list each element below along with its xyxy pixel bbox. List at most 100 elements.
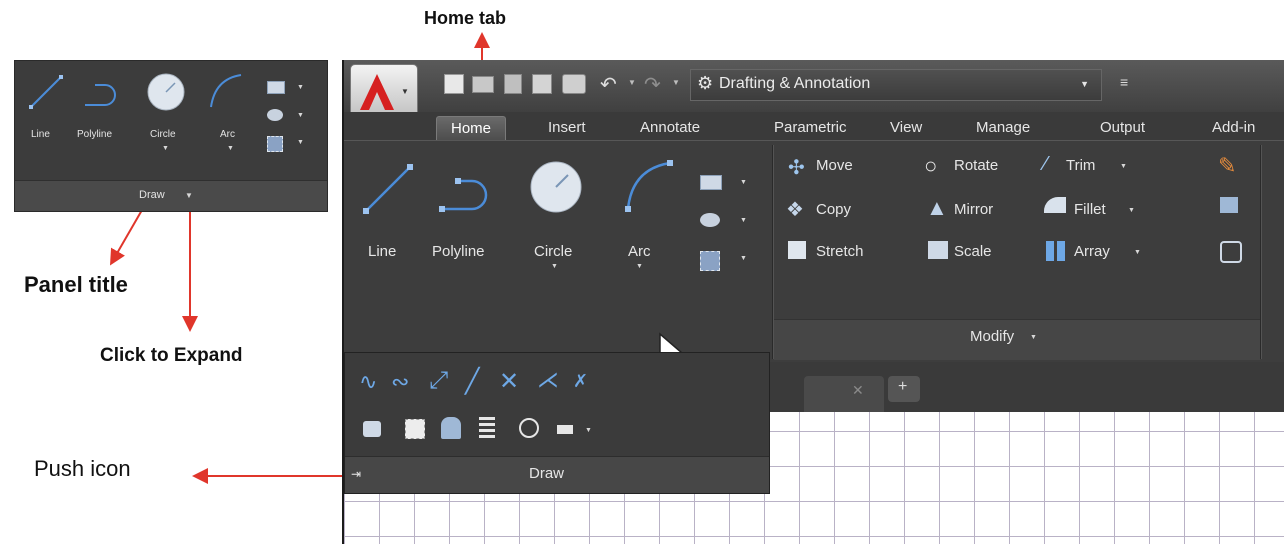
explode-icon[interactable] [1220, 197, 1238, 213]
plot-icon[interactable] [562, 74, 586, 94]
arc-label: Arc [628, 243, 651, 260]
ribbon-home-panels: ▼ ▼ ▼ Line Polyline Circle Arc ▼ ▼ ✣ Mov… [344, 140, 1284, 363]
document-tab[interactable]: ✕ [804, 376, 884, 412]
scale-button[interactable]: Scale [954, 243, 992, 260]
new-file-icon[interactable] [444, 74, 464, 94]
tab-home[interactable]: Home [436, 116, 507, 141]
redo-icon[interactable]: ↷ [644, 72, 661, 97]
line-icon[interactable] [360, 161, 416, 217]
polyline-icon[interactable] [436, 169, 500, 217]
fillet-dropdown[interactable]: ▼ [1128, 207, 1135, 214]
rotate-icon: ○ [924, 153, 938, 178]
hatch-dropdown[interactable]: ▼ [740, 217, 747, 224]
tab-view[interactable]: View [890, 116, 922, 140]
spline-cv-icon[interactable]: ∾ [391, 369, 409, 395]
mirror-button[interactable]: Mirror [954, 201, 993, 218]
more-tools-dropdown[interactable]: ▼ [585, 427, 592, 434]
table-icon[interactable] [479, 417, 495, 439]
arc-dropdown[interactable]: ▼ [636, 263, 643, 270]
tab-parametric[interactable]: Parametric [774, 116, 847, 140]
rotate-button[interactable]: Rotate [954, 157, 998, 174]
close-tab-icon[interactable]: ✕ [852, 382, 864, 399]
tab-output[interactable]: Output [1100, 116, 1145, 140]
donut-icon[interactable] [519, 418, 539, 438]
multiple-points-icon[interactable]: ✕ [499, 367, 519, 396]
stretch-button[interactable]: Stretch [816, 243, 864, 260]
circle-dropdown[interactable]: ▼ [551, 263, 558, 270]
trim-dropdown[interactable]: ▼ [1120, 163, 1127, 170]
undo-dropdown-icon[interactable]: ▼ [628, 78, 636, 87]
tab-manage[interactable]: Manage [976, 116, 1030, 140]
panel-title-arrow [110, 209, 143, 266]
array-dropdown[interactable]: ▼ [1134, 249, 1141, 256]
move-button[interactable]: Move [816, 157, 853, 174]
save-as-icon[interactable] [532, 74, 552, 94]
workspace-selector[interactable]: ⚙ Drafting & Annotation ▼ [690, 69, 1102, 101]
array-icon [1046, 241, 1066, 261]
mini-boundary-icon[interactable] [267, 136, 283, 152]
mini-hatch-dropdown[interactable]: ▼ [297, 112, 304, 119]
mini-boundary-dropdown[interactable]: ▼ [297, 139, 304, 146]
measure-icon[interactable]: ✗ [573, 371, 588, 392]
rectangle-dropdown[interactable]: ▼ [740, 179, 747, 186]
mini-circle-icon[interactable] [145, 71, 187, 113]
mini-polyline-icon[interactable] [81, 75, 125, 111]
erase-icon[interactable]: ✎ [1218, 153, 1236, 179]
copy-icon: ❖ [786, 199, 804, 221]
mini-rect-dropdown[interactable]: ▼ [297, 84, 304, 91]
region-icon[interactable] [363, 421, 381, 437]
wipeout-icon[interactable] [405, 419, 425, 439]
redo-dropdown-icon[interactable]: ▼ [672, 78, 680, 87]
ribbon-separator-right [1260, 145, 1262, 359]
mini-polyline-label: Polyline [77, 129, 113, 140]
mini-arc-dropdown[interactable]: ▼ [227, 145, 234, 152]
expanded-panel-footer: ⇥ Draw [345, 456, 769, 493]
offset-icon[interactable] [1220, 241, 1242, 263]
modify-panel-title-bar[interactable]: Modify ▼ [774, 319, 1260, 360]
customize-toolbar-icon[interactable]: ≡ [1120, 74, 1128, 90]
quick-access-toolbar: ↶ ▼ ↷ ▼ ⚙ Drafting & Annotation ▼ ≡ [344, 60, 1284, 112]
spline-fit-icon[interactable]: ∿ [359, 369, 377, 395]
mini-arc-icon[interactable] [205, 71, 245, 111]
push-pin-icon[interactable]: ⇥ [351, 467, 361, 481]
mini-expand-icon[interactable]: ▼ [185, 191, 193, 200]
mini-rectangle-icon[interactable] [267, 81, 285, 94]
ray-icon[interactable]: ⤢ [429, 367, 448, 395]
hatch-icon[interactable] [700, 213, 720, 227]
revision-cloud-icon[interactable] [441, 417, 461, 439]
polygon-icon[interactable] [557, 425, 573, 434]
circle-icon[interactable] [528, 159, 584, 215]
divide-icon[interactable]: ⋌ [537, 367, 559, 393]
open-file-icon[interactable] [472, 76, 494, 93]
gear-icon: ⚙ [697, 73, 714, 93]
fillet-icon [1044, 197, 1066, 213]
mini-circle-label: Circle [150, 129, 176, 140]
autocad-logo-icon [360, 74, 394, 110]
mini-arc-label: Arc [220, 129, 235, 140]
save-icon[interactable] [504, 74, 522, 94]
new-tab-button[interactable]: + [888, 376, 920, 402]
tab-insert[interactable]: Insert [548, 116, 586, 140]
trim-icon: ⁄ [1044, 153, 1048, 175]
trim-button[interactable]: Trim [1066, 157, 1095, 174]
tab-annotate[interactable]: Annotate [640, 116, 700, 140]
mini-hatch-icon[interactable] [267, 109, 283, 121]
mini-circle-dropdown[interactable]: ▼ [162, 145, 169, 152]
boundary-dropdown[interactable]: ▼ [740, 255, 747, 262]
undo-icon[interactable]: ↶ [600, 72, 617, 97]
construction-line-icon[interactable]: ╱ [465, 367, 479, 396]
mirror-icon: ▲ [926, 195, 948, 220]
mini-panel-title-bar[interactable]: Draw ▼ [15, 180, 327, 211]
modify-expand-icon[interactable]: ▼ [1030, 334, 1037, 341]
boundary-icon[interactable] [700, 251, 720, 271]
mini-line-icon[interactable] [27, 73, 65, 111]
mini-panel-title: Draw [139, 189, 165, 201]
arc-icon[interactable] [620, 157, 676, 213]
modify-panel-title: Modify [970, 328, 1015, 345]
array-button[interactable]: Array [1074, 243, 1110, 260]
line-label: Line [368, 243, 397, 260]
fillet-button[interactable]: Fillet [1074, 201, 1106, 218]
rectangle-icon[interactable] [700, 175, 722, 190]
tab-add-in[interactable]: Add-in [1212, 116, 1255, 140]
copy-button[interactable]: Copy [816, 201, 851, 218]
